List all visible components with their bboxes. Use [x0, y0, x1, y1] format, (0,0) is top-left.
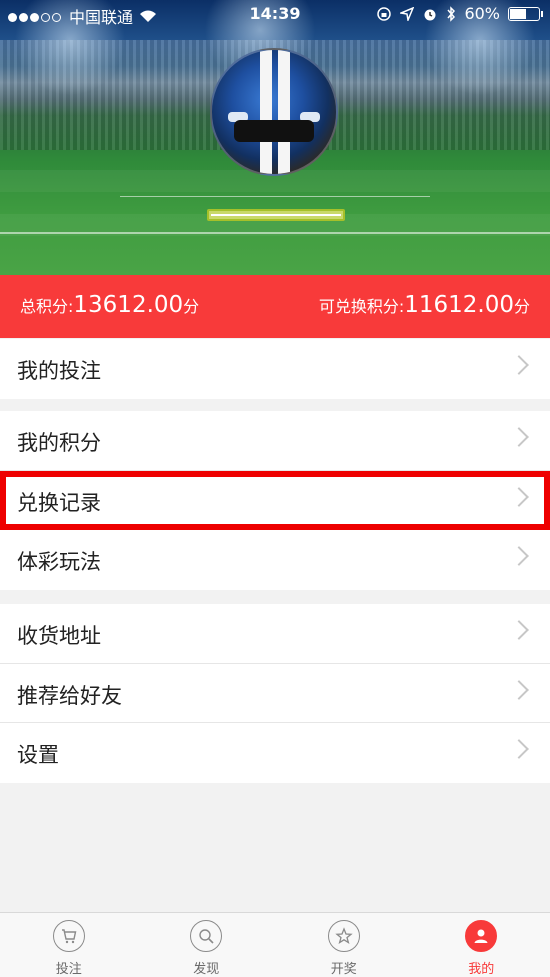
- menu-item-label: 设置: [17, 743, 59, 767]
- menu-item-exchange-records[interactable]: 兑换记录: [0, 470, 550, 530]
- menu-item-label: 收货地址: [17, 624, 101, 648]
- tab-label: 投注: [55, 962, 82, 977]
- lock-rotation-icon: [377, 6, 392, 21]
- tab-draw-results[interactable]: 开奖: [275, 913, 413, 977]
- total-points: 总积分:13612.00分: [20, 292, 199, 318]
- car-stripe: [260, 50, 272, 174]
- chevron-right-icon: [509, 427, 529, 447]
- menu-item-my-points[interactable]: 我的积分: [0, 411, 550, 471]
- chevron-right-icon: [509, 679, 529, 700]
- tab-label: 我的: [468, 962, 495, 977]
- pitch-line: [0, 232, 550, 234]
- menu-item-my-bets[interactable]: 我的投注: [0, 339, 550, 399]
- menu-item-label: 我的积分: [17, 431, 101, 455]
- bluetooth-icon: [447, 5, 456, 22]
- chevron-right-icon: [509, 546, 529, 566]
- menu-item-settings[interactable]: 设置: [0, 723, 550, 783]
- alarm-icon: [424, 9, 436, 20]
- menu-group-settings: 收货地址 推荐给好友 设置: [0, 604, 550, 783]
- menu-item-lottery-rules[interactable]: 体彩玩法: [0, 530, 550, 590]
- tab-label: 发现: [193, 962, 220, 977]
- avatar[interactable]: [210, 48, 338, 176]
- tab-discover[interactable]: 发现: [138, 913, 276, 977]
- car-stripe: [278, 50, 290, 174]
- search-icon: [190, 920, 223, 952]
- exchangeable-points-value: 11612.00: [404, 292, 514, 318]
- username-redacted: [207, 209, 345, 221]
- battery-percent: 60%: [464, 4, 500, 23]
- exchangeable-points-label: 可兑换积分:: [318, 297, 405, 316]
- tab-label: 开奖: [330, 962, 357, 977]
- menu-item-recommend-friends[interactable]: 推荐给好友: [0, 664, 550, 723]
- chevron-right-icon: [509, 739, 529, 759]
- exchangeable-points: 可兑换积分:11612.00分: [319, 292, 530, 318]
- tab-mine[interactable]: 我的: [413, 913, 550, 977]
- status-bar: 中国联通 14:39 60%: [0, 0, 550, 28]
- menu-item-label: 我的投注: [17, 359, 101, 383]
- total-points-unit: 分: [183, 297, 200, 316]
- tab-bet[interactable]: 投注: [0, 913, 138, 977]
- car-grille: [234, 120, 314, 142]
- cart-icon: [52, 920, 85, 952]
- star-icon: [327, 920, 360, 952]
- tab-bar: 投注 发现 开奖 我的: [0, 912, 550, 977]
- chevron-right-icon: [509, 620, 529, 640]
- menu-item-label: 兑换记录: [17, 490, 101, 515]
- total-points-value: 13612.00: [73, 292, 184, 318]
- points-summary: 总积分:13612.00分 可兑换积分:11612.00分: [0, 275, 550, 338]
- menu-item-label: 体彩玩法: [17, 550, 101, 574]
- total-points-label: 总积分:: [20, 297, 74, 316]
- exchangeable-points-unit: 分: [513, 297, 530, 316]
- location-icon: [400, 6, 415, 21]
- menu-group-points: 我的积分 兑换记录 体彩玩法: [0, 411, 550, 590]
- pitch-line: [120, 196, 430, 197]
- menu-item-shipping-address[interactable]: 收货地址: [0, 604, 550, 664]
- chevron-right-icon: [509, 486, 529, 507]
- user-icon: [465, 920, 498, 952]
- battery-icon: [508, 6, 543, 21]
- menu-group-bets: 我的投注: [0, 339, 550, 399]
- chevron-right-icon: [509, 355, 529, 375]
- menu-item-label: 推荐给好友: [17, 683, 122, 708]
